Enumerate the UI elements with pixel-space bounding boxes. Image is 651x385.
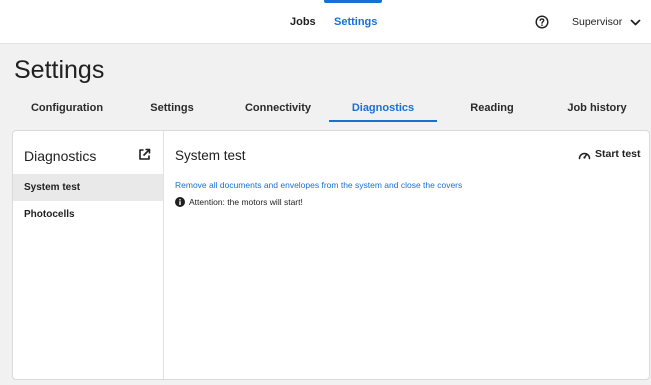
tab-configuration[interactable]: Configuration [12, 94, 122, 122]
sidebar-item-system-test[interactable]: System test [13, 174, 163, 201]
start-test-button[interactable]: Start test [578, 145, 641, 163]
external-link-icon[interactable] [138, 148, 151, 161]
tab-diagnostics[interactable]: Diagnostics [329, 94, 437, 122]
instruction-text: Remove all documents and envelopes from … [175, 180, 463, 190]
attention-message: Attention: the motors will start! [175, 197, 303, 207]
sidebar-title: Diagnostics [24, 148, 97, 164]
start-test-label: Start test [595, 148, 641, 160]
content-title: System test [175, 148, 246, 163]
info-icon [175, 197, 185, 207]
chevron-down-icon[interactable] [630, 17, 641, 28]
nav-settings[interactable]: Settings [334, 0, 377, 44]
nav-jobs[interactable]: Jobs [290, 0, 316, 44]
page-title: Settings [14, 56, 105, 84]
attention-text: Attention: the motors will start! [189, 197, 303, 207]
tab-connectivity[interactable]: Connectivity [232, 94, 324, 122]
sidebar-item-photocells[interactable]: Photocells [13, 201, 163, 228]
diagnostics-sidebar: Diagnostics System test Photocells [13, 131, 164, 379]
diagnostics-panel: Diagnostics System test Photocells Syste… [12, 130, 650, 380]
tab-job-history[interactable]: Job history [552, 94, 642, 122]
tab-reading[interactable]: Reading [452, 94, 532, 122]
question-circle-icon[interactable] [535, 15, 549, 29]
top-bar: Jobs Settings Supervisor [0, 0, 651, 44]
settings-tabs: Configuration Settings Connectivity Diag… [12, 94, 642, 122]
tab-settings[interactable]: Settings [132, 94, 212, 122]
gauge-icon [578, 152, 591, 159]
active-tab-underline [329, 120, 437, 122]
user-menu[interactable]: Supervisor [572, 0, 622, 44]
